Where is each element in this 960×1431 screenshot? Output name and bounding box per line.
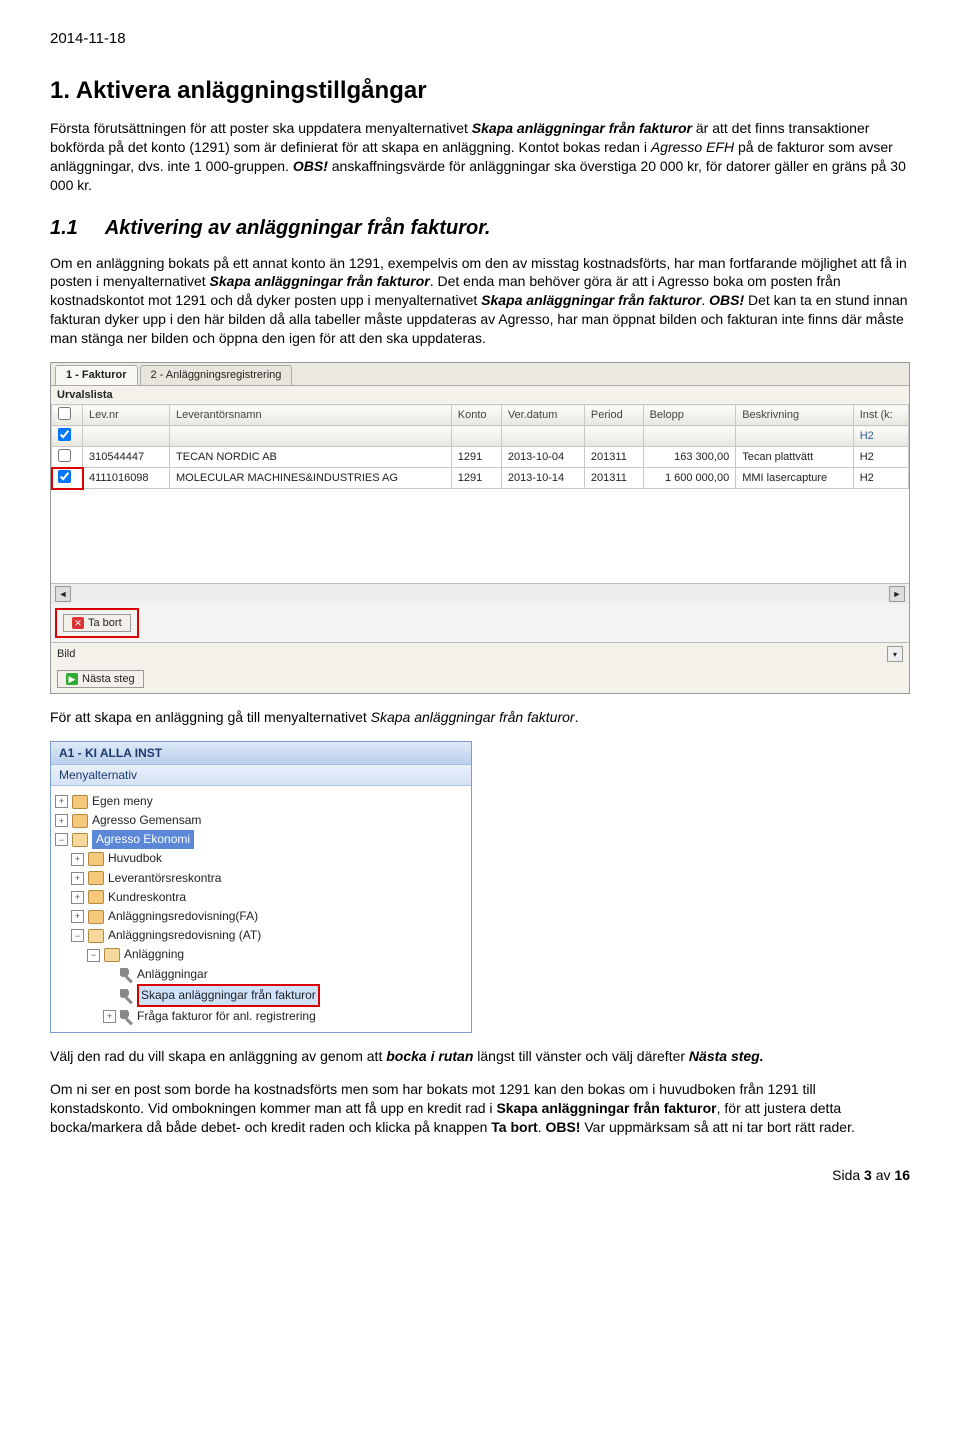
tree-item[interactable]: + Anläggningsredovisning(FA)	[55, 907, 467, 926]
expand-icon[interactable]: +	[71, 910, 84, 923]
tree-label: Kundreskontra	[108, 888, 186, 907]
folder-open-icon	[104, 948, 120, 962]
table-row[interactable]: 310544447 TECAN NORDIC AB 1291 2013-10-0…	[52, 447, 909, 468]
tree-item[interactable]: + Agresso Gemensam	[55, 811, 467, 830]
col-period[interactable]: Period	[584, 405, 643, 426]
table-row[interactable]: 4111016098 MOLECULAR MACHINES&INDUSTRIES…	[52, 468, 909, 489]
tree-label: Agresso Ekonomi	[92, 830, 194, 849]
nasta-steg-button[interactable]: ▶ Nästa steg	[57, 670, 144, 688]
h1-title: 1. Aktivera anläggningstillgångar	[50, 77, 910, 105]
tree-item[interactable]: Skapa anläggningar från fakturor	[55, 984, 467, 1007]
page-footer: Sida 3 av 16	[50, 1167, 910, 1183]
expand-icon[interactable]: −	[71, 929, 84, 942]
tree-subtitle: Menyalternativ	[51, 764, 471, 786]
tree-label: Anläggningar	[137, 965, 208, 984]
folder-open-icon	[72, 833, 88, 847]
page-date: 2014-11-18	[50, 30, 910, 47]
folder-open-icon	[88, 929, 104, 943]
col-levnamn[interactable]: Leverantörsnamn	[170, 405, 452, 426]
intro-paragraph: Första förutsättningen för att poster sk…	[50, 119, 910, 195]
tree-label: Anläggning	[124, 945, 184, 964]
paragraph-goto-menu: För att skapa en anläggning gå till meny…	[50, 708, 910, 727]
tree-label: Agresso Gemensam	[92, 811, 201, 830]
tree-label: Fråga fakturor för anl. registrering	[137, 1007, 316, 1026]
tree-label: Anläggningsredovisning (AT)	[108, 926, 261, 945]
tree-label: Skapa anläggningar från fakturor	[137, 984, 320, 1007]
screenshot-invoice-grid: 1 - Fakturor 2 - Anläggningsregistrering…	[50, 362, 910, 694]
tree-label: Leverantörsreskontra	[108, 869, 221, 888]
expand-icon[interactable]: +	[55, 795, 68, 808]
wrench-icon	[120, 1010, 133, 1023]
expand-icon[interactable]: +	[71, 891, 84, 904]
tree-label: Huvudbok	[108, 849, 162, 868]
col-belopp[interactable]: Belopp	[643, 405, 736, 426]
expand-icon[interactable]: −	[55, 833, 68, 846]
section-paragraph: Om en anläggning bokats på ett annat kon…	[50, 254, 910, 348]
tab-fakturor[interactable]: 1 - Fakturor	[55, 365, 138, 385]
tree-item[interactable]: − Anläggning	[55, 945, 467, 964]
folder-icon	[88, 852, 104, 866]
folder-icon	[72, 795, 88, 809]
h2-title: 1.1 Aktivering av anläggningar från fakt…	[50, 217, 910, 240]
tree-label: Anläggningsredovisning(FA)	[108, 907, 258, 926]
wrench-icon	[120, 989, 133, 1002]
expand-icon[interactable]: +	[71, 872, 84, 885]
paragraph-select-row: Välj den rad du vill skapa en anläggning…	[50, 1047, 910, 1066]
tree-title: A1 - KI ALLA INST	[51, 742, 471, 764]
invoice-table: Lev.nr Leverantörsnamn Konto Ver.datum P…	[51, 404, 909, 583]
tree-item[interactable]: − Anläggningsredovisning (AT)	[55, 926, 467, 945]
expand-icon[interactable]: +	[103, 1010, 116, 1023]
tree-item[interactable]: − Agresso Ekonomi	[55, 830, 467, 849]
filter-h2: H2	[853, 426, 908, 447]
folder-icon	[88, 890, 104, 904]
ta-bort-highlight: ✕ Ta bort	[55, 608, 139, 638]
tab-anlaggningsregistrering[interactable]: 2 - Anläggningsregistrering	[140, 365, 293, 385]
tree-item[interactable]: + Fråga fakturor för anl. registrering	[55, 1007, 467, 1026]
scroll-left-icon[interactable]: ◄	[55, 586, 71, 602]
expand-icon[interactable]: +	[55, 814, 68, 827]
urvalslista-label: Urvalslista	[51, 386, 909, 404]
col-beskrivning[interactable]: Beskrivning	[736, 405, 854, 426]
chevron-down-icon[interactable]: ▾	[887, 646, 903, 662]
col-konto[interactable]: Konto	[451, 405, 501, 426]
col-levnr[interactable]: Lev.nr	[83, 405, 170, 426]
wrench-icon	[120, 968, 133, 981]
paragraph-reverse-cost: Om ni ser en post som borde ha kostnadsf…	[50, 1080, 910, 1137]
scroll-right-icon[interactable]: ►	[889, 586, 905, 602]
folder-icon	[72, 814, 88, 828]
expand-icon[interactable]: −	[87, 949, 100, 962]
folder-icon	[88, 871, 104, 885]
col-check[interactable]	[52, 405, 83, 426]
tree-item[interactable]: + Huvudbok	[55, 849, 467, 868]
tree-item[interactable]: + Kundreskontra	[55, 888, 467, 907]
folder-icon	[88, 910, 104, 924]
col-inst[interactable]: Inst (k:	[853, 405, 908, 426]
tree-label: Egen meny	[92, 792, 153, 811]
tree-item[interactable]: Anläggningar	[55, 965, 467, 984]
arrow-right-icon: ▶	[66, 673, 78, 685]
expand-icon[interactable]: +	[71, 853, 84, 866]
ta-bort-button[interactable]: ✕ Ta bort	[63, 614, 131, 632]
tree-item[interactable]: + Egen meny	[55, 792, 467, 811]
col-verdatum[interactable]: Ver.datum	[501, 405, 584, 426]
tree-item[interactable]: + Leverantörsreskontra	[55, 869, 467, 888]
delete-icon: ✕	[72, 617, 84, 629]
screenshot-menu-tree: A1 - KI ALLA INST Menyalternativ + Egen m…	[50, 741, 472, 1033]
bild-label: Bild	[57, 648, 75, 660]
